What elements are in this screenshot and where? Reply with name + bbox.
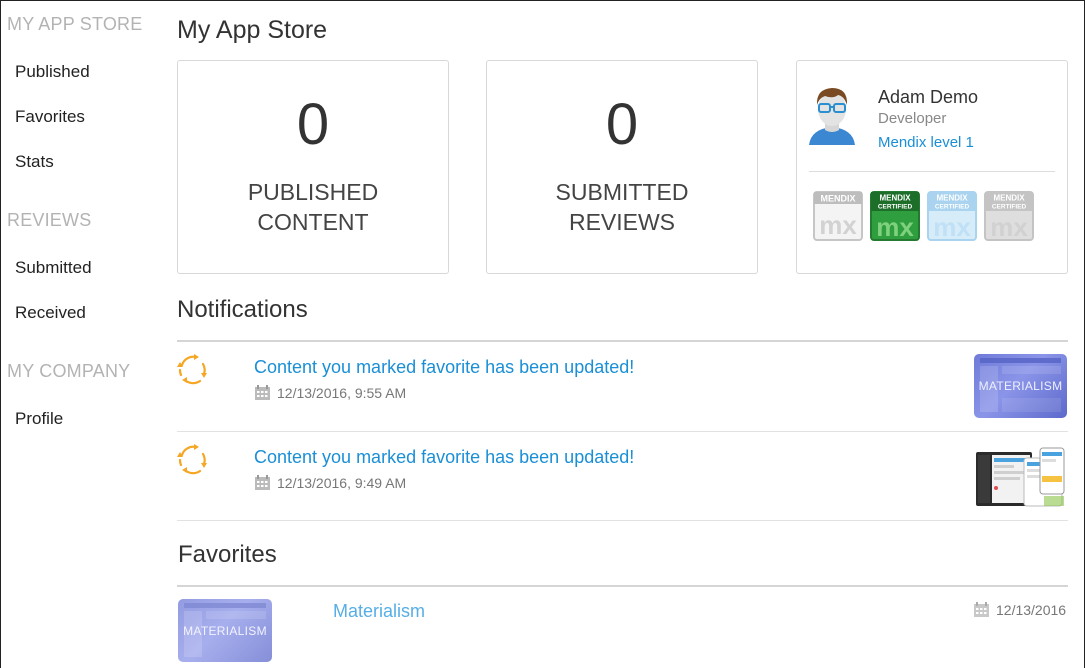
submitted-reviews-label-line1: SUBMITTED bbox=[555, 179, 689, 205]
sidebar-item-submitted[interactable]: Submitted bbox=[15, 258, 92, 278]
refresh-icon bbox=[177, 354, 207, 385]
notification-link[interactable]: Content you marked favorite has been upd… bbox=[254, 357, 634, 378]
published-content-label: PUBLISHED CONTENT bbox=[178, 177, 448, 237]
sidebar-heading-reviews: REVIEWS bbox=[7, 210, 92, 230]
submitted-reviews-card[interactable]: 0 SUBMITTED REVIEWS bbox=[486, 60, 758, 274]
sidebar-heading-my-company: MY COMPANY bbox=[7, 361, 131, 381]
favorite-link[interactable]: Materialism bbox=[333, 601, 425, 622]
sidebar-heading-my-app-store: MY APP STORE bbox=[7, 14, 143, 34]
badge-2-mark: mx bbox=[876, 212, 914, 241]
published-content-count: 0 bbox=[296, 92, 330, 157]
notification-link[interactable]: Content you marked favorite has been upd… bbox=[254, 447, 634, 468]
refresh-icon bbox=[177, 444, 207, 475]
badge-1-mark: mx bbox=[819, 210, 857, 240]
notification-thumbnail-label: MATERIALISM bbox=[978, 379, 1063, 393]
notification-date-text: 12/13/2016, 9:55 AM bbox=[277, 385, 407, 401]
notification-thumbnail[interactable] bbox=[974, 446, 1067, 510]
published-content-label-line1: PUBLISHED bbox=[247, 179, 379, 205]
published-content-card[interactable]: 0 PUBLISHED CONTENT bbox=[177, 60, 449, 274]
badge-mendix-certified-green-icon: MENDIX CERTIFIED mx bbox=[870, 191, 920, 241]
profile-role: Developer bbox=[878, 110, 947, 127]
sidebar-item-received[interactable]: Received bbox=[15, 303, 86, 323]
avatar bbox=[809, 88, 855, 145]
sidebar: MY APP STORE Published Favorites Stats R… bbox=[0, 0, 165, 668]
badge-3-mark: mx bbox=[933, 212, 971, 241]
badge-3-line1: MENDIX bbox=[936, 194, 968, 203]
sidebar-item-profile[interactable]: Profile bbox=[15, 409, 63, 429]
favorite-thumbnail[interactable]: MATERIALISM bbox=[178, 599, 272, 662]
favorites-title: Favorites bbox=[178, 541, 277, 568]
notification-row-divider bbox=[177, 431, 1068, 432]
badge-1-line1: MENDIX bbox=[820, 194, 855, 204]
badge-4-line2: CERTIFIED bbox=[992, 204, 1027, 211]
profile-card: Adam Demo Developer Mendix level 1 MENDI… bbox=[796, 60, 1068, 274]
notification-date: 12/13/2016, 9:55 AM bbox=[254, 384, 406, 401]
profile-divider bbox=[809, 171, 1055, 172]
badge-mendix-certified-blue-icon: MENDIX CERTIFIED mx bbox=[927, 191, 977, 241]
badge-4-mark: mx bbox=[990, 212, 1028, 241]
notification-thumbnail[interactable]: MATERIALISM bbox=[974, 354, 1067, 418]
favorite-date-text: 12/13/2016 bbox=[996, 602, 1067, 618]
app-screens-mockup-graphic bbox=[976, 447, 1065, 507]
profile-name: Adam Demo bbox=[878, 87, 979, 107]
badge-3-line2: CERTIFIED bbox=[935, 204, 970, 211]
notifications-divider bbox=[177, 340, 1068, 342]
badge-2-line1: MENDIX bbox=[879, 194, 911, 203]
published-content-label-line2: CONTENT bbox=[257, 209, 369, 235]
sidebar-item-stats[interactable]: Stats bbox=[15, 152, 54, 172]
calendar-icon bbox=[974, 602, 989, 617]
sidebar-item-favorites[interactable]: Favorites bbox=[15, 107, 85, 127]
favorite-date: 12/13/2016 bbox=[973, 601, 1066, 618]
submitted-reviews-count: 0 bbox=[605, 92, 639, 157]
notification-date-text: 12/13/2016, 9:49 AM bbox=[277, 475, 407, 491]
favorite-thumbnail-label: MATERIALISM bbox=[183, 623, 267, 638]
sidebar-item-published[interactable]: Published bbox=[15, 62, 90, 82]
badge-mendix-certified-gray-icon: MENDIX CERTIFIED mx bbox=[984, 191, 1034, 241]
badge-mendix-gray-icon: MENDIX mx bbox=[813, 191, 863, 241]
notification-date: 12/13/2016, 9:49 AM bbox=[254, 474, 406, 491]
page-title: My App Store bbox=[177, 16, 328, 44]
profile-level-link[interactable]: Mendix level 1 bbox=[878, 134, 974, 151]
calendar-icon bbox=[255, 475, 270, 490]
calendar-icon bbox=[255, 385, 270, 400]
submitted-reviews-label: SUBMITTED REVIEWS bbox=[487, 177, 757, 237]
badge-4-line1: MENDIX bbox=[993, 194, 1025, 203]
notification-row-divider bbox=[177, 520, 1068, 521]
submitted-reviews-label-line2: REVIEWS bbox=[568, 209, 676, 235]
favorites-divider bbox=[177, 585, 1068, 587]
notifications-title: Notifications bbox=[177, 296, 308, 323]
badge-2-line2: CERTIFIED bbox=[878, 204, 913, 211]
